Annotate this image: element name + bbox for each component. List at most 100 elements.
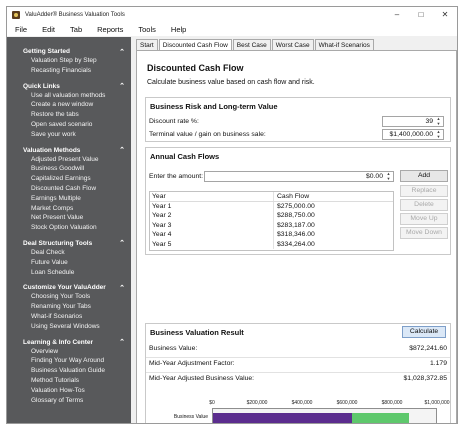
x-tick-label: $800,000: [381, 400, 403, 406]
spinner-arrows-icon[interactable]: ▲ ▼: [435, 129, 442, 139]
replace-button[interactable]: Replace: [400, 185, 448, 197]
sidebar-group-getting-started[interactable]: Getting Started ⌃: [7, 47, 131, 56]
sidebar-item[interactable]: Use all valuation methods: [7, 91, 131, 101]
result-heading: Business Valuation Result: [150, 328, 244, 337]
sidebar-group-deal-structuring[interactable]: Deal Structuring Tools ⌃: [7, 239, 131, 248]
sidebar-item[interactable]: Capitalized Earnings: [7, 174, 131, 184]
sidebar-group-title: Getting Started: [23, 48, 70, 55]
page-subtitle: Calculate business value based on cash f…: [147, 79, 315, 86]
adjustment-factor-label: Mid-Year Adjustment Factor:: [149, 360, 235, 367]
spinner-arrows-icon[interactable]: ▲ ▼: [385, 171, 392, 181]
x-tick-label: $200,000: [246, 400, 268, 406]
discount-rate-value: 39: [425, 118, 433, 125]
sidebar-item[interactable]: Deal Check: [7, 248, 131, 258]
discount-rate-label: Discount rate %:: [149, 118, 199, 125]
sidebar-item[interactable]: Create a new window: [7, 100, 131, 110]
discount-rate-field[interactable]: 39 ▲ ▼: [382, 116, 444, 127]
chevron-up-icon: ⌃: [119, 48, 125, 56]
amount-input[interactable]: $0.00 ▲ ▼: [204, 171, 394, 182]
menu-bar: File Edit Tab Reports Tools Help: [7, 22, 457, 36]
delete-button[interactable]: Delete: [400, 199, 448, 211]
maximize-button[interactable]: □: [409, 7, 433, 22]
tab-best-case[interactable]: Best Case: [232, 39, 271, 50]
sidebar-item[interactable]: Method Tutorials: [7, 376, 131, 386]
sidebar-item[interactable]: Overview: [7, 347, 131, 357]
menu-edit[interactable]: Edit: [42, 25, 55, 34]
sidebar-item[interactable]: What-if Scenarios: [7, 312, 131, 322]
year-column-header[interactable]: Year: [150, 192, 274, 201]
sidebar-item[interactable]: Discounted Cash Flow: [7, 184, 131, 194]
move-down-button[interactable]: Move Down: [400, 227, 448, 239]
sidebar-item[interactable]: Business Valuation Guide: [7, 366, 131, 376]
sidebar-item[interactable]: Choosing Your Tools: [7, 292, 131, 302]
sidebar-group-customize[interactable]: Customize Your ValuAdder ⌃: [7, 283, 131, 292]
chevron-up-icon: ⌃: [119, 284, 125, 292]
sidebar-item[interactable]: Save your work: [7, 130, 131, 140]
close-button[interactable]: ✕: [433, 7, 457, 22]
terminal-value-field[interactable]: $1,400,000.00 ▲ ▼: [382, 129, 444, 140]
sidebar-item[interactable]: Adjusted Present Value: [7, 155, 131, 165]
sidebar-item[interactable]: Glossary of Terms: [7, 396, 131, 406]
sidebar-item[interactable]: Valuation How-Tos: [7, 386, 131, 396]
cashflow-table: Year Cash Flow Year 1 $275,000.00 Year 2 $…: [149, 191, 394, 251]
sidebar: Getting Started ⌃ Valuation Step by Step …: [7, 37, 131, 423]
sidebar-item[interactable]: Restore the tabs: [7, 110, 131, 120]
tab-start[interactable]: Start: [136, 39, 158, 50]
table-row[interactable]: Year 3 $283,187.00: [150, 220, 393, 230]
table-row[interactable]: Year 5 $334,264.00: [150, 239, 393, 249]
menu-reports[interactable]: Reports: [97, 25, 123, 34]
sidebar-item[interactable]: Business Goodwill: [7, 164, 131, 174]
menu-file[interactable]: File: [15, 25, 27, 34]
table-row[interactable]: Year 2 $288,750.00: [150, 211, 393, 221]
move-up-button[interactable]: Move Up: [400, 213, 448, 225]
table-row[interactable]: Year 4 $318,346.00: [150, 230, 393, 240]
sidebar-group-title: Valuation Methods: [23, 146, 81, 154]
result-panel: Business Valuation Result Calculate Busi…: [145, 323, 451, 423]
spinner-arrows-icon[interactable]: ▲ ▼: [435, 116, 442, 126]
adjusted-value-row: Mid-Year Adjusted Business Value: $1,028…: [146, 374, 450, 385]
sidebar-item[interactable]: Loan Schedule: [7, 268, 131, 278]
sidebar-group-valuation-methods[interactable]: Valuation Methods ⌃: [7, 146, 131, 155]
sidebar-item[interactable]: Finding Your Way Around: [7, 356, 131, 366]
adjustment-factor-row: Mid-Year Adjustment Factor: 1.179: [146, 359, 450, 370]
divider: [146, 357, 450, 358]
sidebar-item[interactable]: Recasting Financials: [7, 66, 131, 76]
sidebar-item[interactable]: Market Comps: [7, 204, 131, 214]
business-value-label: Business Value:: [149, 345, 198, 352]
x-tick-label: $400,000: [291, 400, 313, 406]
chevron-up-icon: ⌃: [119, 147, 125, 155]
menu-tools[interactable]: Tools: [138, 25, 156, 34]
terminal-value-value: $1,400,000.00: [389, 131, 433, 138]
sidebar-item[interactable]: Net Present Value: [7, 213, 131, 223]
divider: [146, 372, 450, 373]
sidebar-item[interactable]: Valuation Step by Step: [7, 56, 131, 66]
sidebar-item[interactable]: Using Several Windows: [7, 322, 131, 332]
table-row[interactable]: Year 1 $275,000.00: [150, 201, 393, 211]
sidebar-item[interactable]: Stock Option Valuation: [7, 223, 131, 233]
minimize-button[interactable]: –: [385, 7, 409, 22]
cashflow-column-header[interactable]: Cash Flow: [274, 192, 309, 201]
sidebar-group-title: Learning & Info Center: [23, 338, 94, 346]
sidebar-group-title: Customize Your ValuAdder: [23, 284, 106, 292]
window-controls: – □ ✕: [385, 7, 457, 22]
sidebar-item[interactable]: Earnings Multiple: [7, 194, 131, 204]
adjusted-value-label: Mid-Year Adjusted Business Value:: [149, 375, 255, 382]
sidebar-item[interactable]: Future Value: [7, 258, 131, 268]
year-cell: Year 1: [150, 201, 274, 211]
year-cell: Year 5: [150, 239, 274, 249]
add-button[interactable]: Add: [400, 170, 448, 182]
sidebar-item[interactable]: Renaming Your Tabs: [7, 302, 131, 312]
cashflows-panel: Annual Cash Flows Enter the amount: $0.0…: [145, 147, 451, 255]
sidebar-group-learning[interactable]: Learning & Info Center ⌃: [7, 338, 131, 347]
tab-worst-case[interactable]: Worst Case: [271, 39, 314, 50]
adjusted-value-value: $1,028,372.85: [403, 375, 447, 382]
amount-label: Enter the amount:: [149, 173, 204, 180]
sidebar-group-quick-links[interactable]: Quick Links ⌃: [7, 82, 131, 91]
sidebar-item[interactable]: Open saved scenario: [7, 120, 131, 130]
page-title: Discounted Cash Flow: [147, 63, 244, 73]
menu-help[interactable]: Help: [171, 25, 186, 34]
tab-what-if-scenarios[interactable]: What-if Scenarios: [314, 39, 374, 50]
table-header: Year Cash Flow: [150, 192, 393, 202]
calculate-button[interactable]: Calculate: [402, 326, 446, 338]
menu-tab[interactable]: Tab: [70, 25, 82, 34]
